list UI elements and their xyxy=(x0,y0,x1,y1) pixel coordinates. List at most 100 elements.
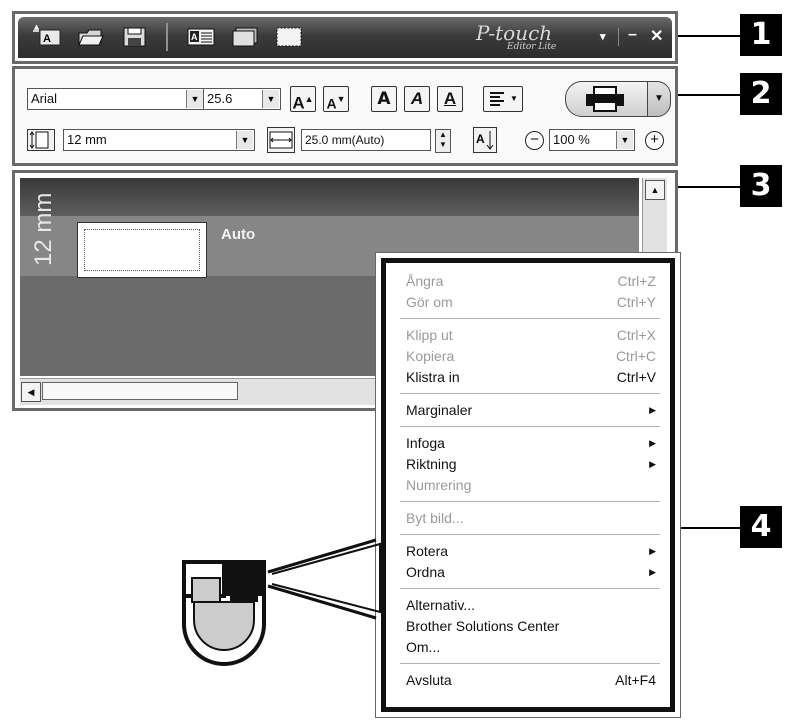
increase-font-button[interactable]: A▲ xyxy=(290,86,316,113)
chevron-down-icon[interactable]: ▼ xyxy=(616,131,633,149)
svg-text:A: A xyxy=(476,132,485,146)
italic-label: A xyxy=(410,89,424,108)
scroll-left-icon[interactable]: ◀ xyxy=(21,382,41,402)
tape-length-icon xyxy=(27,129,55,151)
menu-item[interactable]: Kopiera Ctrl+C xyxy=(406,346,656,366)
menu-separator xyxy=(400,534,660,535)
bold-label: A xyxy=(377,89,391,109)
menu-item-shortcut: Ctrl+Z xyxy=(617,273,657,289)
increase-font-label: A xyxy=(292,93,305,113)
menu-item-label: Numrering xyxy=(406,477,472,493)
callout-4: 4 xyxy=(740,506,782,548)
font-name-value: Arial xyxy=(31,91,58,106)
menu-item[interactable]: Klipp ut Ctrl+X xyxy=(406,325,656,345)
menu-separator xyxy=(400,501,660,502)
menu-item[interactable]: Gör om Ctrl+Y xyxy=(406,292,656,312)
zoom-combo[interactable]: 100 % ▼ xyxy=(549,129,635,151)
menu-item[interactable]: Alternativ... xyxy=(406,595,656,615)
frame-icon[interactable] xyxy=(230,25,260,49)
label-length-icon xyxy=(267,127,295,153)
callout-2: 2 xyxy=(740,73,782,115)
label-preview[interactable] xyxy=(77,222,207,278)
menu-separator xyxy=(400,588,660,589)
auto-fit-text-icon[interactable]: A xyxy=(473,127,497,153)
submenu-arrow-icon: ▶ xyxy=(649,438,656,448)
auto-length-label: Auto xyxy=(221,226,256,243)
open-folder-icon[interactable] xyxy=(76,25,106,49)
title-menu-dropdown-icon[interactable]: ▾ xyxy=(600,30,606,43)
close-button[interactable]: ✕ xyxy=(650,26,663,46)
menu-item[interactable]: Ångra Ctrl+Z xyxy=(406,271,656,291)
menu-item[interactable]: Avsluta Alt+F4 xyxy=(406,670,656,690)
italic-button[interactable]: A xyxy=(404,86,430,112)
print-options-dropdown[interactable]: ▼ xyxy=(647,81,671,117)
callout-line-1 xyxy=(678,35,740,37)
menu-item-shortcut: Alt+F4 xyxy=(615,672,656,688)
mouse-right-click-illustration xyxy=(182,538,381,666)
callout-line-3 xyxy=(678,186,740,188)
chevron-down-icon[interactable]: ▼ xyxy=(262,90,279,108)
title-bar: A A P-touch Editor Lite ▾ – ✕ xyxy=(18,17,672,58)
menu-item-shortcut: Ctrl+C xyxy=(615,348,656,364)
menu-separator xyxy=(400,426,660,427)
svg-text:A: A xyxy=(191,32,198,42)
align-button[interactable]: ▼ xyxy=(483,86,523,112)
menu-item[interactable]: Ordna ▶ xyxy=(406,562,656,582)
menu-item[interactable]: Om... xyxy=(406,637,656,657)
menu-item[interactable]: Marginaler ▶ xyxy=(406,400,656,420)
zoom-out-icon[interactable]: − xyxy=(525,131,544,150)
menu-item-label: Gör om xyxy=(406,294,453,310)
canvas-header xyxy=(20,178,639,216)
horizontal-scroll-thumb[interactable] xyxy=(42,382,238,400)
submenu-arrow-icon: ▶ xyxy=(649,567,656,577)
menu-item-label: Klipp ut xyxy=(406,327,453,343)
menu-item[interactable]: Brother Solutions Center xyxy=(406,616,656,636)
app-brand-subtitle: Editor Lite xyxy=(507,42,557,52)
align-left-icon: ▼ xyxy=(490,92,518,106)
minimize-button[interactable]: – xyxy=(628,26,637,44)
menu-item-label: Om... xyxy=(406,639,441,655)
menu-item-shortcut: Ctrl+X xyxy=(616,327,656,343)
scroll-up-icon[interactable]: ▲ xyxy=(645,180,665,200)
menu-item-label: Alternativ... xyxy=(406,597,475,613)
callout-line-4 xyxy=(681,527,740,529)
font-size-combo[interactable]: 25.6 ▼ xyxy=(203,88,281,110)
submenu-arrow-icon: ▶ xyxy=(649,459,656,469)
menu-item-label: Ordna xyxy=(406,564,445,580)
font-name-combo[interactable]: Arial ▼ xyxy=(27,88,205,110)
property-toolbar: Arial ▼ 25.6 ▼ A▲ A▼ A A A ▼ ▼ 12 mm ▼ 2… xyxy=(12,66,678,166)
menu-item[interactable]: Infoga ▶ xyxy=(406,433,656,453)
dotted-frame-icon[interactable] xyxy=(274,25,304,49)
menu-separator xyxy=(400,393,660,394)
decrease-font-button[interactable]: A▼ xyxy=(323,86,349,112)
menu-item-label: Infoga xyxy=(406,435,445,451)
label-length-value: 25.0 mm(Auto) xyxy=(305,133,385,147)
new-label-icon[interactable]: A xyxy=(32,24,62,49)
menu-item-label: Avsluta xyxy=(406,672,452,688)
menu-item[interactable]: Klistra in Ctrl+V xyxy=(406,367,656,387)
chevron-down-icon[interactable]: ▼ xyxy=(186,90,203,108)
save-disk-icon[interactable] xyxy=(120,25,150,49)
menu-item[interactable]: Rotera ▶ xyxy=(406,541,656,561)
zoom-in-icon[interactable]: + xyxy=(645,131,664,150)
callout-1: 1 xyxy=(740,14,782,56)
text-box-icon[interactable]: A xyxy=(186,25,216,49)
menu-item-label: Byt bild... xyxy=(406,510,464,526)
chevron-down-icon[interactable]: ▼ xyxy=(236,131,253,149)
menu-item[interactable]: Byt bild... xyxy=(406,508,656,528)
callout-line-2 xyxy=(678,94,740,96)
tape-width-label: 12 mm xyxy=(30,192,57,266)
menu-item-label: Ångra xyxy=(406,273,444,289)
tape-width-combo[interactable]: 12 mm ▼ xyxy=(63,129,255,151)
length-spinner[interactable]: ▲ ▼ xyxy=(435,129,451,153)
bold-button[interactable]: A xyxy=(371,86,397,112)
decrease-font-label: A xyxy=(326,95,337,112)
menu-item[interactable]: Numrering xyxy=(406,475,656,495)
underline-button[interactable]: A xyxy=(437,86,463,112)
label-print-area xyxy=(84,229,200,271)
menu-item[interactable]: Riktning ▶ xyxy=(406,454,656,474)
svg-text:A: A xyxy=(43,33,51,45)
menu-item-shortcut: Ctrl+Y xyxy=(616,294,656,310)
label-length-input[interactable]: 25.0 mm(Auto) xyxy=(301,129,431,151)
tape-width-value: 12 mm xyxy=(67,132,107,147)
